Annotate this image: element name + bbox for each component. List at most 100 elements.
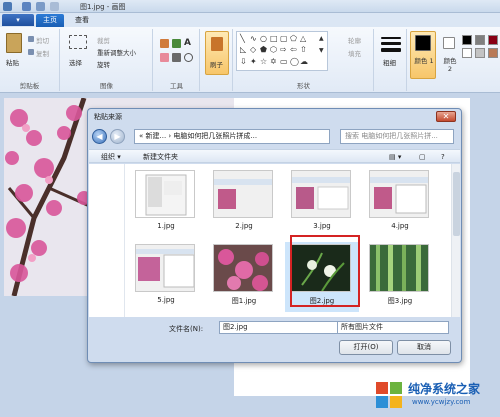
redo-icon[interactable] [50, 2, 59, 11]
triangle-icon[interactable]: △ [300, 34, 306, 43]
palette-white[interactable] [462, 48, 472, 58]
file-list: 1.jpg 2.jpg 3.jpg 4.jpg 5.jpg 图1.jpg 图2.… [129, 168, 449, 317]
file-thumbnail [291, 170, 351, 218]
forward-icon[interactable]: ▶ [110, 129, 125, 144]
left-arrow-icon[interactable]: ⇦ [290, 45, 297, 54]
shapes-label: 形状 [297, 82, 310, 90]
palette-black[interactable] [462, 35, 472, 45]
vertical-scrollbar[interactable] [451, 164, 460, 317]
rotate-button[interactable]: 旋转 [97, 59, 110, 69]
size-button[interactable]: 粗细 [383, 57, 396, 67]
scrollbar-thumb[interactable] [453, 172, 460, 236]
ribbon: 粘贴 剪切 复制 剪贴板 选择 裁剪 重新调整大小 旋转 图像 A 工具 刷子 … [0, 27, 500, 93]
size-line-2 [381, 42, 401, 45]
file-item[interactable]: 3.jpg [285, 168, 359, 238]
color2-swatch[interactable] [443, 37, 455, 49]
app-icon [3, 2, 12, 11]
clipboard-group: 粘贴 剪切 复制 剪贴板 [0, 29, 60, 91]
tab-home[interactable]: 主页 [36, 14, 64, 27]
pentagon-icon[interactable]: ⬟ [260, 45, 267, 54]
address-bar: ◀ ▶ « 新建... › 电脑如何把几张照片拼成... 搜索 电脑如何把几张照… [92, 128, 457, 145]
file-thumbnail [135, 170, 195, 218]
fill-icon[interactable] [172, 39, 181, 48]
tools-label: 工具 [170, 82, 183, 90]
address-path[interactable]: « 新建... › 电脑如何把几张照片拼成... [134, 129, 330, 144]
polygon-icon[interactable]: ⬠ [290, 34, 297, 43]
clipboard-label: 剪贴板 [19, 82, 40, 90]
dialog-footer: 文件名(N): 图2.jpg 所有图片文件 打开(O) 取消 [89, 318, 460, 362]
gallery-up-icon[interactable]: ▲ [319, 34, 324, 43]
copy-button[interactable]: 复制 [36, 48, 49, 58]
brushes-group: 刷子 [201, 29, 233, 91]
color1-label: 颜色 1 [414, 57, 434, 65]
right-arrow-icon[interactable]: ⇨ [280, 45, 287, 54]
select-button[interactable]: 选择 [69, 57, 82, 67]
navigation-pane[interactable] [89, 164, 125, 317]
palette-dark-red[interactable] [488, 35, 498, 45]
selection-highlight [290, 235, 360, 307]
file-item[interactable]: 2.jpg [207, 168, 281, 238]
brush-icon [211, 37, 223, 51]
outline-button[interactable]: 轮廓 [348, 35, 361, 45]
gallery-down-icon[interactable]: ▼ [319, 46, 324, 55]
back-icon[interactable]: ◀ [92, 129, 107, 144]
six-point-star-icon[interactable]: ✡ [270, 57, 277, 66]
palette-light-gray[interactable] [475, 48, 485, 58]
new-folder-button[interactable]: 新建文件夹 [143, 151, 178, 163]
ribbon-tabs: ▾ 主页 查看 [0, 13, 500, 27]
undo-icon[interactable] [36, 2, 45, 11]
file-item[interactable]: 图3.jpg [363, 242, 437, 312]
file-item[interactable]: 图1.jpg [207, 242, 281, 312]
open-button[interactable]: 打开(O) [339, 340, 393, 355]
paste-button[interactable]: 粘贴 [6, 57, 19, 67]
select-icon[interactable] [69, 35, 87, 49]
save-icon[interactable] [22, 2, 31, 11]
diamond-icon[interactable]: ◇ [250, 45, 256, 54]
cloud-callout-icon[interactable]: ☁ [300, 57, 308, 66]
magnifier-icon[interactable] [184, 53, 193, 62]
help-icon[interactable]: ? [441, 151, 445, 163]
hexagon-icon[interactable]: ⬡ [270, 45, 277, 54]
callout-icon[interactable]: ▭ [280, 57, 288, 66]
palette-brown[interactable] [488, 48, 498, 58]
close-icon[interactable]: ✕ [436, 111, 456, 122]
file-item[interactable]: 1.jpg [129, 168, 203, 238]
file-name: 3.jpg [313, 222, 331, 230]
color-picker-icon[interactable] [172, 53, 181, 62]
crop-button[interactable]: 裁剪 [97, 35, 110, 45]
rounded-rectangle-icon[interactable]: ▢ [280, 34, 288, 43]
palette-gray[interactable] [475, 35, 485, 45]
eraser-icon[interactable] [160, 53, 169, 62]
paste-icon[interactable] [6, 33, 22, 53]
filename-label: 文件名(N): [169, 325, 204, 333]
down-arrow-icon[interactable]: ⇩ [240, 57, 247, 66]
paint-menu-button[interactable]: ▾ [2, 14, 34, 26]
search-input[interactable]: 搜索 电脑如何把几张照片拼... [340, 129, 454, 144]
view-options-icon[interactable]: ▤ ▾ [389, 151, 401, 163]
organize-button[interactable]: 组织 ▾ [101, 151, 121, 163]
file-item[interactable]: 5.jpg [129, 242, 203, 312]
tab-view[interactable]: 查看 [70, 14, 94, 27]
watermark-url: www.ycwjzy.com [412, 398, 471, 406]
cancel-button[interactable]: 取消 [397, 340, 451, 355]
cut-button[interactable]: 剪切 [36, 35, 49, 45]
resize-button[interactable]: 重新调整大小 [97, 47, 136, 57]
up-arrow-icon[interactable]: ⇧ [300, 45, 307, 54]
line-icon[interactable]: ╲ [240, 34, 245, 43]
fill-button[interactable]: 填充 [348, 48, 361, 58]
open-file-dialog: 粘贴来源 ✕ ◀ ▶ « 新建... › 电脑如何把几张照片拼成... 搜索 电… [87, 108, 462, 363]
four-point-star-icon[interactable]: ✦ [250, 57, 257, 66]
shape-gallery[interactable]: ╲ ∿ ○ □ ▢ ⬠ △ ◺ ◇ ⬟ ⬡ ⇨ ⇦ ⇧ ⇩ ✦ ☆ ✡ ▭ ◯ … [236, 31, 328, 71]
file-item[interactable]: 4.jpg [363, 168, 437, 238]
star-icon[interactable]: ☆ [260, 57, 267, 66]
rectangle-icon[interactable]: □ [270, 34, 278, 43]
right-triangle-icon[interactable]: ◺ [240, 45, 246, 54]
pencil-icon[interactable] [160, 39, 169, 48]
preview-pane-icon[interactable]: ▢ [419, 151, 426, 163]
curve-icon[interactable]: ∿ [250, 34, 257, 43]
oval-callout-icon[interactable]: ◯ [290, 57, 299, 66]
filename-input[interactable]: 图2.jpg [219, 321, 341, 334]
oval-icon[interactable]: ○ [260, 34, 267, 43]
text-icon[interactable]: A [184, 38, 191, 48]
filetype-select[interactable]: 所有图片文件 [337, 321, 449, 334]
